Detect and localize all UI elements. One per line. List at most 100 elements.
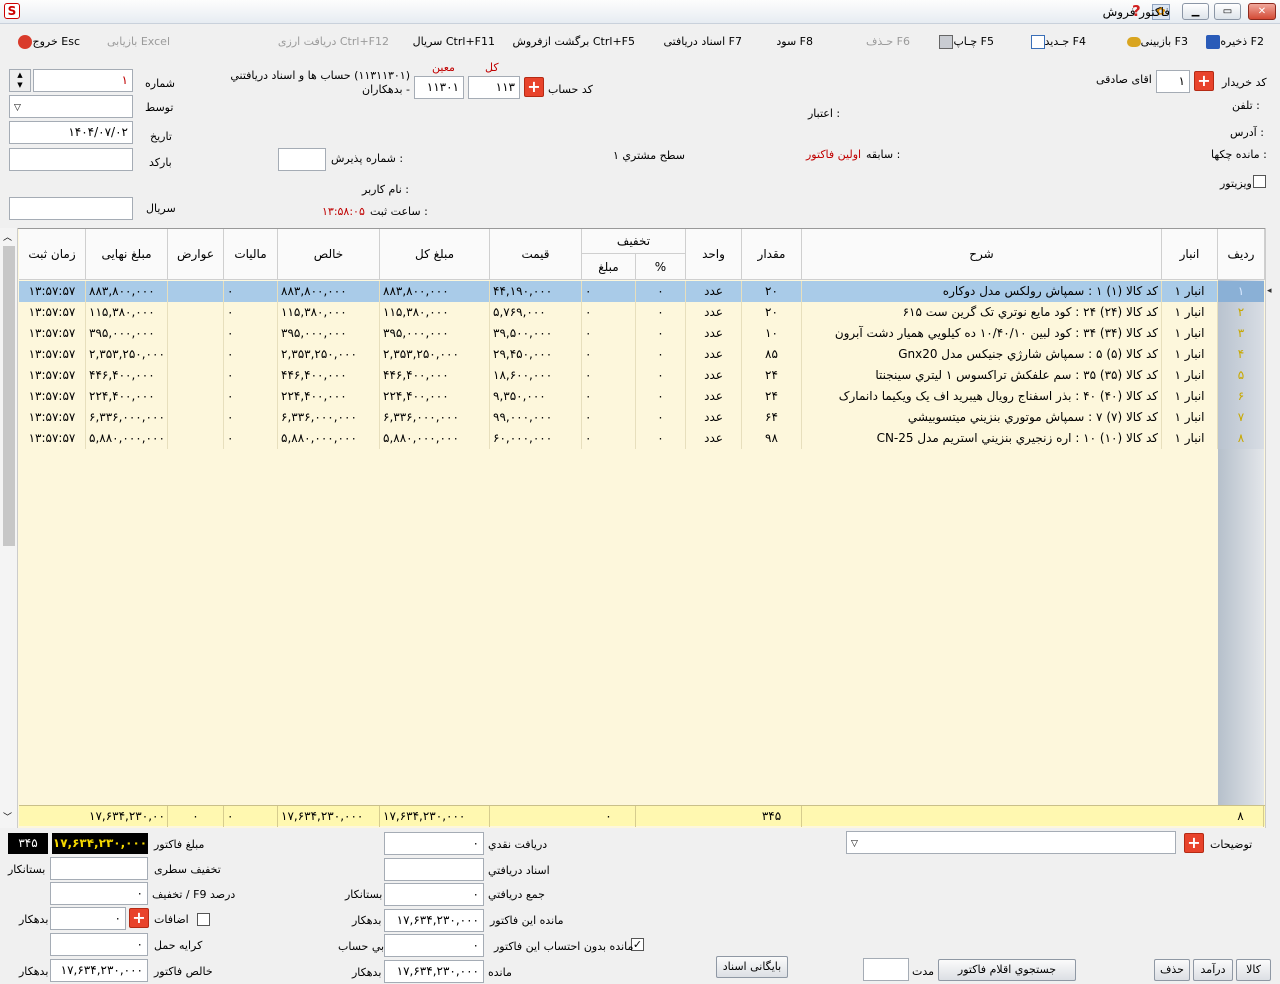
column-header-time[interactable]: زمان ثبت <box>19 229 86 280</box>
add-notes-button[interactable]: + <box>1184 833 1204 853</box>
column-header-final[interactable]: مبلغ نهایی <box>86 229 168 280</box>
cell-qty[interactable]: ۶۴ <box>742 407 802 428</box>
cell-duties[interactable] <box>168 323 224 344</box>
cell-time[interactable]: ۱۳:۵۷:۵۷ <box>19 386 86 407</box>
column-header-discount-amount[interactable]: مبلغ <box>582 254 636 280</box>
cell-unit[interactable]: عدد <box>686 302 742 323</box>
notes-select[interactable]: ▽ <box>846 831 1176 854</box>
cell-warehouse[interactable]: انبار ۱ <box>1162 428 1218 449</box>
cell-time[interactable]: ۱۳:۵۷:۵۷ <box>19 407 86 428</box>
print-button[interactable]: چـاپ F5 <box>936 35 994 49</box>
cell-qty[interactable]: ۲۰ <box>742 281 802 302</box>
scroll-up-icon[interactable]: ︿ <box>3 230 12 243</box>
cell-tax[interactable]: ۰ <box>224 302 278 323</box>
cell-warehouse[interactable]: انبار ۱ <box>1162 344 1218 365</box>
cash-input[interactable]: ۰ <box>384 832 484 855</box>
cell-amount[interactable]: ۰ <box>582 365 636 386</box>
cell-total[interactable]: ۲۲۴,۴۰۰,۰۰۰ <box>380 386 490 407</box>
column-header-total[interactable]: مبلغ کل <box>380 229 490 280</box>
cell-percent[interactable]: ۰ <box>636 386 686 407</box>
profit-button[interactable]: سود F8 <box>776 35 813 48</box>
cell-row[interactable]: ۴ <box>1218 344 1264 365</box>
add-buyer-button[interactable]: + <box>1194 71 1214 91</box>
column-header-discount-percent[interactable]: % <box>636 254 686 280</box>
cell-total[interactable]: ۸۸۳,۸۰۰,۰۰۰ <box>380 281 490 302</box>
column-header-description[interactable]: شرح <box>802 229 1162 280</box>
cell-net[interactable]: ۱۱۵,۳۸۰,۰۰۰ <box>278 302 380 323</box>
cell-percent[interactable]: ۰ <box>636 302 686 323</box>
cell-duties[interactable] <box>168 386 224 407</box>
cell-net[interactable]: ۸۸۳,۸۰۰,۰۰۰ <box>278 281 380 302</box>
cell-desc[interactable]: کد کالا (۳۴) ۳۴ : کود لبین ۱۰/۴۰/۱۰ ده ک… <box>802 323 1162 344</box>
cell-total[interactable]: ۱۱۵,۳۸۰,۰۰۰ <box>380 302 490 323</box>
search-button[interactable]: بازبینی F3 <box>1124 35 1188 48</box>
cell-tax[interactable]: ۰ <box>224 323 278 344</box>
scroll-down-icon[interactable]: ﹀ <box>3 810 12 823</box>
archive-docs-button[interactable]: بایگانی اسناد <box>716 956 788 978</box>
kol-input[interactable]: ۱۱۳ <box>468 76 520 99</box>
cell-net[interactable]: ۵,۸۸۰,۰۰۰,۰۰۰ <box>278 428 380 449</box>
column-header-price[interactable]: قیمت <box>490 229 582 280</box>
cell-time[interactable]: ۱۳:۵۷:۵۷ <box>19 344 86 365</box>
cell-warehouse[interactable]: انبار ۱ <box>1162 386 1218 407</box>
remain-excl-input[interactable]: ۰ <box>384 934 484 957</box>
cell-time[interactable]: ۱۳:۵۷:۵۷ <box>19 365 86 386</box>
cell-amount[interactable]: ۰ <box>582 302 636 323</box>
cell-price[interactable]: ۳۹,۵۰۰,۰۰۰ <box>490 323 582 344</box>
scroll-thumb[interactable] <box>3 246 15 546</box>
search-items-button[interactable]: جستجوي اقلام فاکتور Ctrl+F <box>938 959 1076 984</box>
cell-unit[interactable]: عدد <box>686 365 742 386</box>
column-header-net[interactable]: خالص <box>278 229 380 280</box>
cell-row[interactable]: ۱ <box>1218 281 1264 302</box>
cell-time[interactable]: ۱۳:۵۷:۵۷ <box>19 323 86 344</box>
cell-qty[interactable]: ۱۰ <box>742 323 802 344</box>
cell-time[interactable]: ۱۳:۵۷:۵۷ <box>19 281 86 302</box>
row-discount-input[interactable] <box>50 857 148 880</box>
cell-tax[interactable]: ۰ <box>224 281 278 302</box>
cell-total[interactable]: ۵,۸۸۰,۰۰۰,۰۰۰ <box>380 428 490 449</box>
cell-desc[interactable]: کد کالا (۷) ۷ : سمپاش موتوري بنزیني میتس… <box>802 407 1162 428</box>
cell-qty[interactable]: ۸۵ <box>742 344 802 365</box>
add-account-button[interactable]: + <box>524 77 544 97</box>
net-invoice-input[interactable]: ۱۷,۶۳۴,۲۳۰,۰۰۰ <box>50 959 148 982</box>
cell-duties[interactable] <box>168 281 224 302</box>
cell-time[interactable]: ۱۳:۵۷:۵۷ <box>19 302 86 323</box>
cell-tax[interactable]: ۰ <box>224 407 278 428</box>
serial-button[interactable]: سریال Ctrl+F11 <box>413 35 495 48</box>
visitor-checkbox[interactable] <box>1253 175 1266 188</box>
cell-final[interactable]: ۲,۳۵۳,۲۵۰,۰۰۰ <box>86 344 168 365</box>
cell-amount[interactable]: ۰ <box>582 323 636 344</box>
cell-final[interactable]: ۲۲۴,۴۰۰,۰۰۰ <box>86 386 168 407</box>
cell-percent[interactable]: ۰ <box>636 365 686 386</box>
cell-tax[interactable]: ۰ <box>224 344 278 365</box>
cell-warehouse[interactable]: انبار ۱ <box>1162 281 1218 302</box>
currency-receipt-button[interactable]: دریافت ارزی Ctrl+F12 <box>278 35 389 48</box>
cell-warehouse[interactable]: انبار ۱ <box>1162 323 1218 344</box>
cell-total[interactable]: ۲,۳۵۳,۲۵۰,۰۰۰ <box>380 344 490 365</box>
cell-row[interactable]: ۶ <box>1218 386 1264 407</box>
moein-input[interactable]: ۱۱۳۰۱ <box>414 76 464 99</box>
cell-percent[interactable]: ۰ <box>636 428 686 449</box>
cell-warehouse[interactable]: انبار ۱ <box>1162 302 1218 323</box>
cell-amount[interactable]: ۰ <box>582 281 636 302</box>
cell-row[interactable]: ۸ <box>1218 428 1264 449</box>
exit-button[interactable]: خروج Esc <box>15 35 80 49</box>
cell-net[interactable]: ۴۴۶,۴۰۰,۰۰۰ <box>278 365 380 386</box>
cell-desc[interactable]: کد کالا (۳۵) ۳۵ : سم علفکش تراکسوس ۱ لیت… <box>802 365 1162 386</box>
duration-input[interactable] <box>863 958 909 981</box>
cell-price[interactable]: ۹۹,۰۰۰,۰۰۰ <box>490 407 582 428</box>
income-button[interactable]: درآمد <box>1193 959 1233 981</box>
column-header-row-number[interactable]: ردیف <box>1218 229 1265 280</box>
new-button[interactable]: جـدید F4 <box>1028 35 1086 49</box>
cell-desc[interactable]: کد کالا (۱) ۱ : سمپاش رولکس مدل دوکاره <box>802 281 1162 302</box>
cell-final[interactable]: ۴۴۶,۴۰۰,۰۰۰ <box>86 365 168 386</box>
cell-final[interactable]: ۵,۸۸۰,۰۰۰,۰۰۰ <box>86 428 168 449</box>
cell-tax[interactable]: ۰ <box>224 428 278 449</box>
reception-input[interactable] <box>278 148 326 171</box>
cell-total[interactable]: ۴۴۶,۴۰۰,۰۰۰ <box>380 365 490 386</box>
cell-net[interactable]: ۲,۳۵۳,۲۵۰,۰۰۰ <box>278 344 380 365</box>
cell-net[interactable]: ۳۹۵,۰۰۰,۰۰۰ <box>278 323 380 344</box>
cell-final[interactable]: ۱۱۵,۳۸۰,۰۰۰ <box>86 302 168 323</box>
freight-input[interactable]: ۰ <box>50 933 148 956</box>
cell-percent[interactable]: ۰ <box>636 281 686 302</box>
